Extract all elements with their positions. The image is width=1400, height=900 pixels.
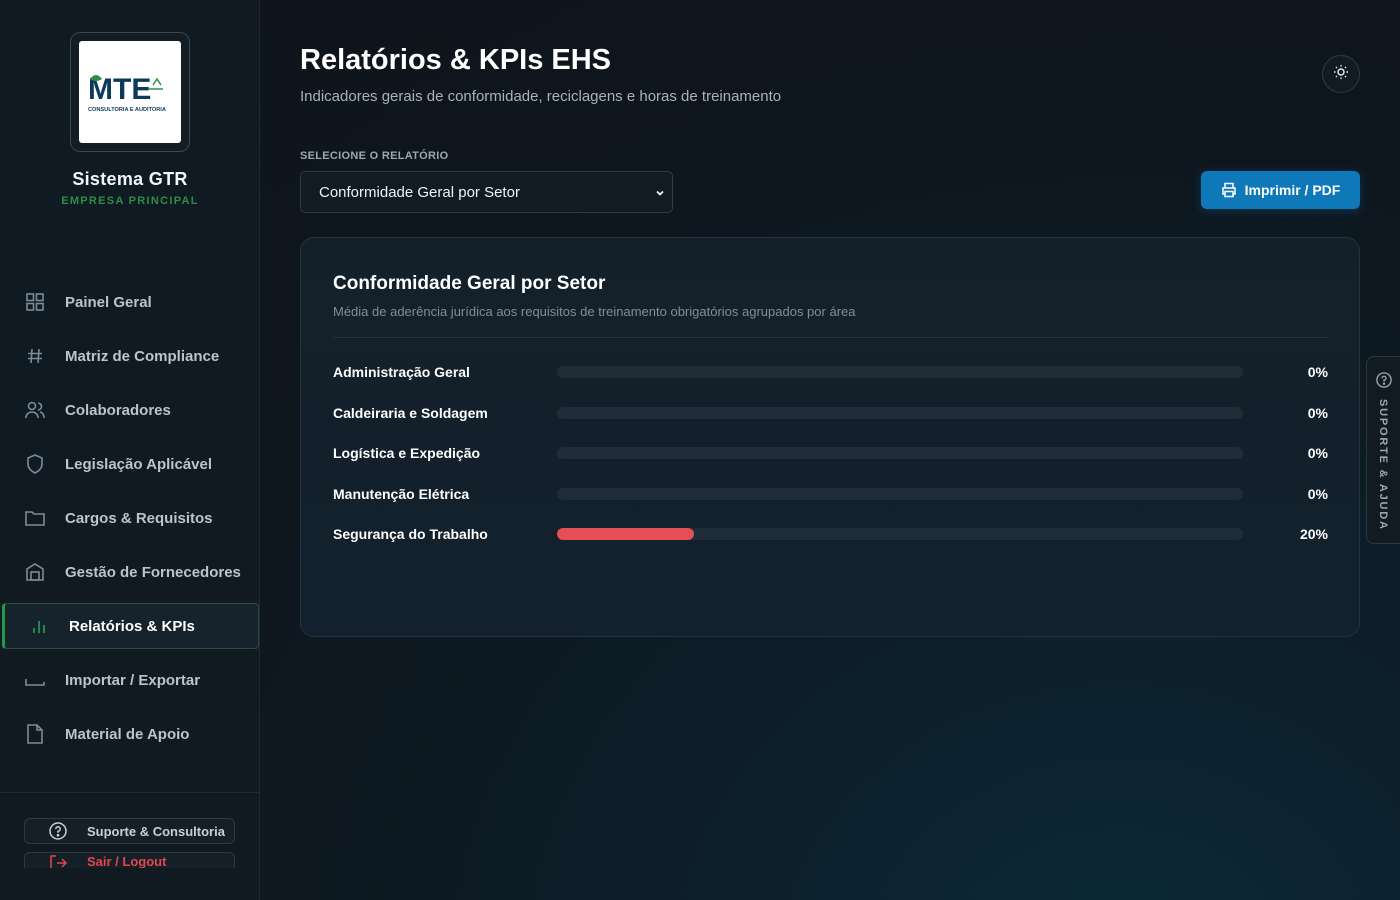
brand-subtitle: EMPRESA PRINCIPAL <box>61 195 199 207</box>
report-card-title: Conformidade Geral por Setor <box>333 273 606 294</box>
logout-button-label: Sair / Logout <box>87 854 167 868</box>
sidebar-nav: Painel Geral Matriz de Compliance Colabo… <box>0 279 260 765</box>
sidebar-item-fornecedores[interactable]: Gestão de Fornecedores <box>0 549 260 595</box>
sidebar-item-cargos[interactable]: Cargos & Requisitos <box>0 495 260 541</box>
bar-chart-icon <box>28 615 50 637</box>
compliance-row: Administração Geral 0% <box>333 360 1328 401</box>
help-circle-icon <box>1376 372 1392 393</box>
sidebar-item-importar[interactable]: Importar / Exportar <box>0 657 260 703</box>
sidebar-item-label: Relatórios & KPIs <box>69 617 195 635</box>
sidebar-item-label: Legislação Aplicável <box>65 455 213 473</box>
row-value: 20% <box>1299 526 1328 542</box>
support-button[interactable]: Suporte & Consultoria <box>24 818 235 844</box>
help-circle-icon <box>49 822 67 840</box>
sidebar-item-label: Painel Geral <box>65 293 152 311</box>
progress-bar-track <box>557 487 1243 500</box>
report-select-label: SELECIONE O RELATÓRIO <box>300 150 449 162</box>
compliance-row: Segurança do Trabalho 20% <box>333 522 1328 563</box>
sidebar-item-label: Matriz de Compliance <box>65 347 220 365</box>
row-label: Logística e Expedição <box>333 445 481 461</box>
hash-icon <box>24 345 46 367</box>
sidebar-item-label: Cargos & Requisitos <box>65 509 213 527</box>
row-value: 0% <box>1307 404 1328 421</box>
sun-icon <box>1333 64 1349 85</box>
compliance-rows: Administração Geral 0% Caldeiraria e Solda… <box>333 360 1328 563</box>
report-select[interactable]: Conformidade Geral por Setor <box>300 171 673 213</box>
compliance-row: Caldeiraria e Soldagem 0% <box>333 401 1328 442</box>
help-tab[interactable]: SUPORTE & AJUDA <box>1366 356 1400 544</box>
print-pdf-button[interactable]: Imprimir / PDF <box>1201 171 1360 209</box>
users-icon <box>24 399 46 421</box>
sidebar-item-label: Importar / Exportar <box>65 671 201 689</box>
sidebar-item-legislacao[interactable]: Legislação Aplicável <box>0 441 260 487</box>
shield-icon <box>24 453 46 475</box>
sidebar-item-painel-geral[interactable]: Painel Geral <box>0 279 260 325</box>
file-icon <box>24 723 46 745</box>
logout-icon <box>49 854 67 868</box>
progress-bar-track <box>557 528 1243 540</box>
page-title: Relatórios & KPIs EHS <box>300 44 612 76</box>
sidebar-item-material[interactable]: Material de Apoio <box>0 711 260 757</box>
logout-button[interactable]: Sair / Logout <box>24 852 235 868</box>
row-label: Segurança do Trabalho <box>333 526 488 542</box>
support-button-label: Suporte & Consultoria <box>87 823 225 839</box>
row-label: Administração Geral <box>333 364 470 380</box>
logo: MTE CONSULTORIA E AUDITORIA <box>70 32 190 152</box>
progress-bar-fill <box>557 528 695 540</box>
page-subtitle: Indicadores gerais de conformidade, reci… <box>300 88 782 105</box>
report-select-value: Conformidade Geral por Setor <box>319 183 520 201</box>
folder-icon <box>24 507 46 529</box>
divider <box>333 337 1329 338</box>
row-value: 0% <box>1307 364 1328 380</box>
report-card-subtitle: Média de aderência jurídica aos requisit… <box>333 304 856 319</box>
progress-bar-track <box>557 406 1243 419</box>
building-icon <box>24 561 46 583</box>
help-tab-label: SUPORTE & AJUDA <box>1377 399 1389 531</box>
progress-bar-track <box>557 366 1243 378</box>
print-pdf-button-label: Imprimir / PDF <box>1244 182 1341 198</box>
compliance-row: Logística e Expedição 0% <box>333 441 1328 482</box>
row-label: Caldeiraria e Soldagem <box>333 404 488 421</box>
sidebar-item-colaboradores[interactable]: Colaboradores <box>0 387 260 433</box>
chevron-down-icon <box>654 186 666 203</box>
sidebar-item-label: Colaboradores <box>65 401 171 419</box>
report-card: Conformidade Geral por Setor Média de ad… <box>300 237 1360 637</box>
progress-bar-track <box>557 447 1243 459</box>
svg-text:CONSULTORIA E AUDITORIA: CONSULTORIA E AUDITORIA <box>88 107 166 113</box>
sidebar-item-label: Material de Apoio <box>65 725 190 743</box>
compliance-row: Manutenção Elétrica 0% <box>333 482 1328 523</box>
sidebar-item-label: Gestão de Fornecedores <box>65 563 241 581</box>
sidebar-item-relatorios[interactable]: Relatórios & KPIs <box>2 603 259 649</box>
sidebar-item-matriz-compliance[interactable]: Matriz de Compliance <box>0 333 260 379</box>
sidebar: MTE CONSULTORIA E AUDITORIA Sistema GTR … <box>0 0 260 900</box>
brand-name: Sistema GTR <box>72 169 188 189</box>
row-value: 0% <box>1307 445 1328 461</box>
row-label: Manutenção Elétrica <box>333 485 470 502</box>
sidebar-footer: Suporte & Consultoria Sair / Logout <box>0 792 259 900</box>
tray-icon <box>24 669 46 691</box>
theme-toggle-button[interactable] <box>1322 55 1360 93</box>
printer-icon <box>1221 182 1237 198</box>
row-value: 0% <box>1307 485 1328 502</box>
logo-image: MTE CONSULTORIA E AUDITORIA <box>79 41 181 143</box>
grid-icon <box>24 291 46 313</box>
